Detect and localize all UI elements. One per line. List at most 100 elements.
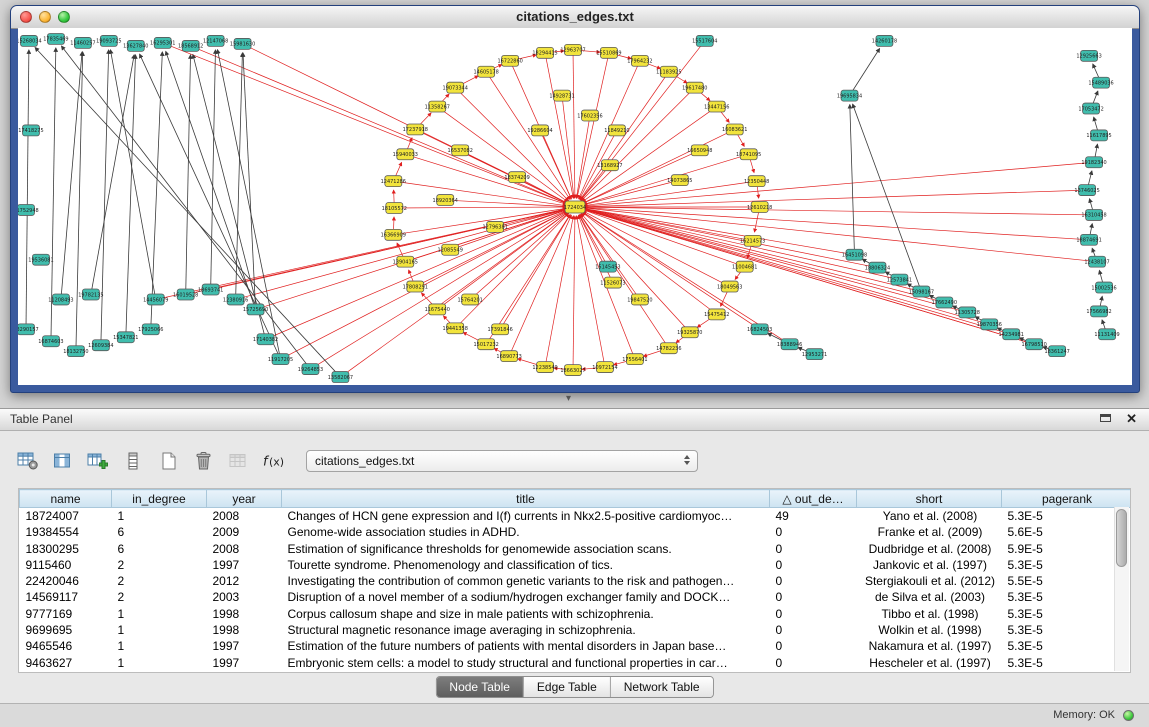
- graph-edge[interactable]: [850, 48, 880, 95]
- cell-short[interactable]: Yano et al. (2008): [857, 508, 1002, 525]
- table-row[interactable]: 977716911998Corpus callosum shape and si…: [20, 606, 1132, 622]
- graph-edge[interactable]: [211, 50, 216, 290]
- cell-short[interactable]: Stergiakouli et al. (2012): [857, 573, 1002, 589]
- table-row[interactable]: 1872400712008Changes of HCN gene express…: [20, 508, 1132, 525]
- graph-node[interactable]: 12238549: [532, 362, 557, 373]
- column-header-name[interactable]: name: [20, 490, 112, 508]
- table-row[interactable]: 946362711997Embryonic stem cells: a mode…: [20, 655, 1132, 671]
- split-pane-handle[interactable]: ▾: [566, 393, 571, 404]
- graph-node[interactable]: 13582067: [328, 372, 353, 383]
- graph-node[interactable]: 16366909: [381, 229, 406, 240]
- cell-out_degree[interactable]: 0: [770, 541, 857, 557]
- cell-name[interactable]: 18724007: [20, 508, 112, 525]
- cell-out_degree[interactable]: 0: [770, 589, 857, 605]
- tab-node-table[interactable]: Node Table: [436, 677, 523, 697]
- cell-pagerank[interactable]: 5.5E-5: [1002, 573, 1132, 589]
- network-graph-svg[interactable]: 1724034126102181621457311004681180495631…: [18, 28, 1132, 385]
- graph-edge[interactable]: [76, 52, 83, 351]
- graph-node[interactable]: 14928731: [549, 90, 574, 101]
- cell-short[interactable]: de Silva et al. (2003): [857, 589, 1002, 605]
- function-builder-button[interactable]: f (x): [259, 448, 287, 474]
- graph-node[interactable]: 12438107: [1084, 256, 1109, 267]
- graph-node[interactable]: 19264853: [298, 364, 323, 375]
- graph-node[interactable]: 11131409: [1094, 329, 1119, 340]
- graph-node[interactable]: 19617480: [682, 82, 707, 93]
- cell-in_degree[interactable]: 6: [112, 541, 207, 557]
- graph-node[interactable]: 12085549: [438, 244, 463, 255]
- graph-node[interactable]: 15517604: [692, 35, 717, 46]
- table-mode-button[interactable]: [14, 448, 42, 474]
- cell-title[interactable]: Disruption of a novel member of a sodium…: [282, 589, 770, 605]
- graph-edge[interactable]: [584, 190, 1087, 207]
- graph-node[interactable]: 11752948: [18, 205, 39, 216]
- table-row[interactable]: 1456911722003Disruption of a novel membe…: [20, 589, 1132, 605]
- graph-edge[interactable]: [583, 210, 744, 267]
- graph-node[interactable]: 18806324: [865, 262, 890, 273]
- cell-name[interactable]: 9115460: [20, 557, 112, 573]
- graph-edge[interactable]: [545, 216, 573, 367]
- graph-edge[interactable]: [455, 88, 568, 201]
- graph-node[interactable]: 16451098: [842, 249, 867, 260]
- cell-out_degree[interactable]: 0: [770, 573, 857, 589]
- tab-network-table[interactable]: Network Table: [610, 677, 713, 697]
- delete-column-button[interactable]: [189, 448, 217, 474]
- table-row[interactable]: 969969511998Structural magnetic resonanc…: [20, 622, 1132, 638]
- network-canvas[interactable]: 1724034126102181621457311004681180495631…: [18, 28, 1132, 385]
- cell-pagerank[interactable]: 5.3E-5: [1002, 606, 1132, 622]
- zoom-window-button[interactable]: [58, 11, 70, 23]
- graph-node[interactable]: 13627840: [123, 40, 148, 51]
- cell-short[interactable]: Wolkin et al. (1998): [857, 622, 1002, 638]
- graph-node[interactable]: 15268034: [18, 35, 42, 46]
- graph-node[interactable]: 16874603: [38, 336, 63, 347]
- graph-node[interactable]: 12350448: [744, 176, 769, 187]
- graph-edge[interactable]: [310, 212, 567, 369]
- graph-node[interactable]: 17925066: [138, 324, 163, 335]
- cell-name[interactable]: 9699695: [20, 622, 112, 638]
- graph-edge[interactable]: [151, 52, 163, 329]
- map-table-button[interactable]: [224, 448, 252, 474]
- graph-edge[interactable]: [577, 53, 609, 198]
- import-table-button[interactable]: [84, 448, 112, 474]
- graph-edge[interactable]: [186, 55, 191, 295]
- graph-node[interactable]: 12925663: [1076, 50, 1101, 61]
- graph-edge[interactable]: [584, 209, 878, 268]
- cell-name[interactable]: 19384554: [20, 524, 112, 540]
- graph-node[interactable]: 18361247: [1044, 346, 1069, 357]
- float-panel-icon[interactable]: [1100, 414, 1113, 425]
- cell-year[interactable]: 1998: [207, 606, 282, 622]
- cell-out_degree[interactable]: 0: [770, 557, 857, 573]
- cell-short[interactable]: Nakamura et al. (1997): [857, 638, 1002, 654]
- graph-edge[interactable]: [101, 50, 109, 345]
- cell-name[interactable]: 18300295: [20, 541, 112, 557]
- cell-in_degree[interactable]: 1: [112, 638, 207, 654]
- graph-edge[interactable]: [584, 207, 1094, 215]
- graph-node[interactable]: 18294415: [532, 47, 557, 58]
- graph-node[interactable]: 19093725: [96, 35, 121, 46]
- cell-out_degree[interactable]: 0: [770, 606, 857, 622]
- graph-edge[interactable]: [266, 210, 567, 339]
- cell-out_degree[interactable]: 0: [770, 622, 857, 638]
- graph-node[interactable]: 19536081: [28, 254, 53, 265]
- graph-node[interactable]: 13746025: [1074, 185, 1099, 196]
- graph-node[interactable]: 11617895: [1086, 130, 1111, 141]
- graph-node[interactable]: 19325870: [677, 327, 702, 338]
- graph-node[interactable]: 12609384: [88, 340, 113, 351]
- graph-node[interactable]: 15510869: [596, 47, 621, 58]
- graph-edge[interactable]: [584, 209, 922, 291]
- cell-year[interactable]: 2003: [207, 589, 282, 605]
- cell-title[interactable]: Investigating the contribution of common…: [282, 573, 770, 589]
- graph-node[interactable]: 18374209: [504, 172, 529, 183]
- cell-pagerank[interactable]: 5.3E-5: [1002, 622, 1132, 638]
- graph-node[interactable]: 15489036: [1088, 77, 1113, 88]
- cell-out_degree[interactable]: 0: [770, 638, 857, 654]
- graph-node[interactable]: 17566982: [1086, 306, 1111, 317]
- cell-pagerank[interactable]: 5.3E-5: [1002, 557, 1132, 573]
- graph-node[interactable]: 19782135: [78, 289, 103, 300]
- graph-edge[interactable]: [581, 214, 690, 333]
- cell-year[interactable]: 1997: [207, 638, 282, 654]
- cell-pagerank[interactable]: 5.3E-5: [1002, 589, 1132, 605]
- graph-node[interactable]: 17964232: [627, 55, 652, 66]
- graph-node[interactable]: 13290157: [18, 324, 39, 335]
- cell-in_degree[interactable]: 1: [112, 606, 207, 622]
- graph-edge[interactable]: [584, 209, 945, 302]
